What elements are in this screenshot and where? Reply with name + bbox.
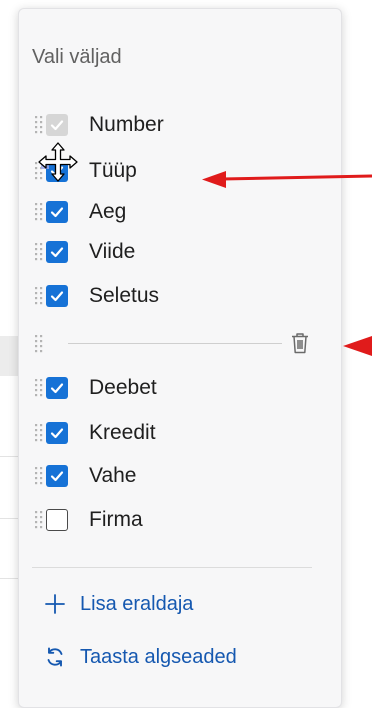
drag-grip-icon[interactable]	[32, 464, 46, 488]
field-label: Aeg	[89, 200, 127, 223]
checkbox-firma[interactable]	[46, 509, 68, 531]
drag-grip-icon[interactable]	[32, 508, 46, 532]
drag-grip-icon[interactable]	[32, 113, 46, 137]
field-label: Number	[89, 113, 164, 136]
checkbox-deebet[interactable]	[46, 377, 68, 399]
field-label: Kreedit	[89, 421, 156, 444]
move-cursor-icon	[37, 141, 79, 183]
field-row-viide[interactable]: Viide	[32, 237, 312, 267]
restore-defaults-button[interactable]: Taasta algseaded	[44, 642, 237, 672]
drag-grip-icon[interactable]	[32, 421, 46, 445]
checkbox-vahe[interactable]	[46, 465, 68, 487]
field-row-vahe[interactable]: Vahe	[32, 461, 312, 491]
field-label: Vahe	[89, 464, 137, 487]
field-label: Deebet	[89, 376, 157, 399]
checkbox-number	[46, 114, 68, 136]
background-divider	[0, 456, 20, 457]
add-separator-label: Lisa eraldaja	[80, 592, 194, 615]
separator-row[interactable]	[32, 329, 72, 359]
separator-line	[68, 343, 282, 344]
field-label: Viide	[89, 240, 136, 263]
field-label: Seletus	[89, 284, 160, 307]
field-row-aeg[interactable]: Aeg	[32, 197, 312, 227]
checkbox-kreedit[interactable]	[46, 422, 68, 444]
drag-grip-icon[interactable]	[32, 376, 46, 400]
drag-grip-icon[interactable]	[32, 284, 46, 308]
annotation-arrow-separator	[343, 336, 372, 356]
background-row	[0, 336, 20, 376]
panel-title: Vali väljad	[32, 46, 122, 68]
annotation-arrow-field	[202, 171, 372, 188]
drag-grip-icon[interactable]	[32, 332, 46, 356]
checkbox-aeg[interactable]	[46, 201, 68, 223]
trash-icon[interactable]	[289, 331, 311, 355]
field-label: Firma	[89, 508, 143, 531]
background-divider	[0, 518, 20, 519]
add-separator-button[interactable]: Lisa eraldaja	[44, 589, 193, 619]
checkbox-seletus[interactable]	[46, 285, 68, 307]
background-divider	[0, 578, 20, 579]
drag-grip-icon[interactable]	[32, 200, 46, 224]
field-row-deebet[interactable]: Deebet	[32, 373, 312, 403]
field-row-firma[interactable]: Firma	[32, 505, 312, 535]
footer-divider	[32, 567, 312, 568]
restore-defaults-label: Taasta algseaded	[80, 645, 237, 668]
checkbox-viide[interactable]	[46, 241, 68, 263]
plus-icon	[45, 594, 65, 614]
reset-arrows-icon	[47, 647, 63, 667]
drag-grip-icon[interactable]	[32, 240, 46, 264]
field-row-kreedit[interactable]: Kreedit	[32, 418, 312, 448]
field-row-seletus[interactable]: Seletus	[32, 281, 312, 311]
field-row-number[interactable]: Number	[32, 110, 312, 140]
field-label: Tüüp	[89, 159, 137, 182]
